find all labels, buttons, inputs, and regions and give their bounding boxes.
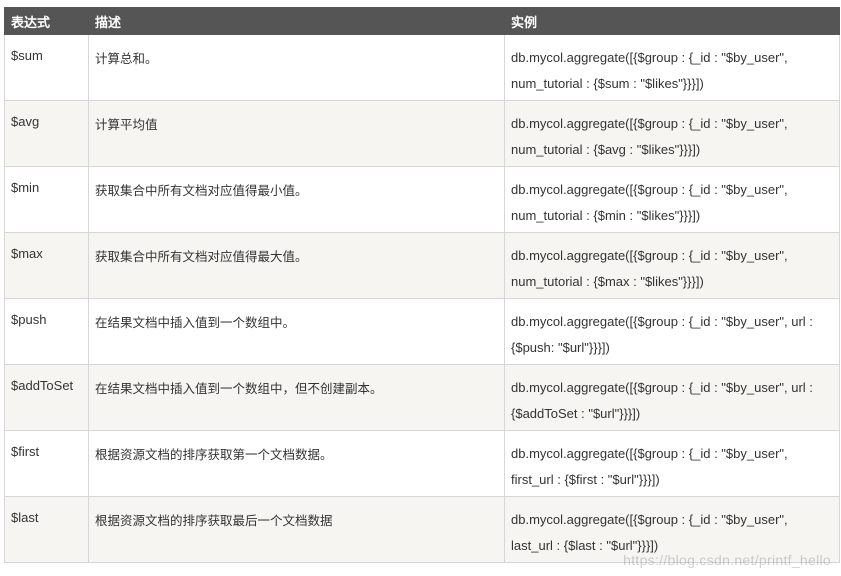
row-example: db.mycol.aggregate([{$group : {_id : "$b… <box>504 34 840 101</box>
example-line-1: db.mycol.aggregate([{$group : {_id : "$b… <box>511 50 788 65</box>
watermark-text: https://blog.csdn.net/printf_hello <box>623 552 831 568</box>
table-row: $min 获取集合中所有文档对应值得最小值。 db.mycol.aggregat… <box>4 166 840 233</box>
header-description: 描述 <box>88 7 505 35</box>
row-expression: $min <box>4 166 89 233</box>
table-header-row: 表达式 描述 实例 <box>4 7 840 35</box>
row-description: 计算平均值 <box>88 100 505 167</box>
row-example: db.mycol.aggregate([{$group : {_id : "$b… <box>504 430 840 497</box>
row-description: 计算总和。 <box>88 34 505 101</box>
example-line-1: db.mycol.aggregate([{$group : {_id : "$b… <box>511 314 813 329</box>
table-row: $max 获取集合中所有文档对应值得最大值。 db.mycol.aggregat… <box>4 232 840 299</box>
row-expression: $push <box>4 298 89 365</box>
example-line-1: db.mycol.aggregate([{$group : {_id : "$b… <box>511 446 788 461</box>
row-description: 获取集合中所有文档对应值得最小值。 <box>88 166 505 233</box>
row-expression: $avg <box>4 100 89 167</box>
example-line-1: db.mycol.aggregate([{$group : {_id : "$b… <box>511 116 788 131</box>
example-line-1: db.mycol.aggregate([{$group : {_id : "$b… <box>511 380 813 395</box>
example-line-2: num_tutorial : {$avg : "$likes"}}}]) <box>511 142 701 157</box>
table-row: $first 根据资源文档的排序获取第一个文档数据。 db.mycol.aggr… <box>4 430 840 497</box>
row-example: db.mycol.aggregate([{$group : {_id : "$b… <box>504 232 840 299</box>
example-line-2: first_url : {$first : "$url"}}}]) <box>511 472 660 487</box>
row-expression: $first <box>4 430 89 497</box>
example-line-1: db.mycol.aggregate([{$group : {_id : "$b… <box>511 182 788 197</box>
row-example: db.mycol.aggregate([{$group : {_id : "$b… <box>504 100 840 167</box>
row-description: 在结果文档中插入值到一个数组中，但不创建副本。 <box>88 364 505 431</box>
example-line-2: {$addToSet : "$url"}}}]) <box>511 406 641 421</box>
example-line-2: num_tutorial : {$min : "$likes"}}}]) <box>511 208 701 223</box>
row-expression: $addToSet <box>4 364 89 431</box>
row-description: 根据资源文档的排序获取第一个文档数据。 <box>88 430 505 497</box>
example-line-1: db.mycol.aggregate([{$group : {_id : "$b… <box>511 512 788 527</box>
row-description: 在结果文档中插入值到一个数组中。 <box>88 298 505 365</box>
header-expression: 表达式 <box>4 7 89 35</box>
row-example: db.mycol.aggregate([{$group : {_id : "$b… <box>504 166 840 233</box>
table-row: $sum 计算总和。 db.mycol.aggregate([{$group :… <box>4 34 840 101</box>
example-line-2: {$push: "$url"}}}]) <box>511 340 610 355</box>
example-line-2: num_tutorial : {$sum : "$likes"}}}]) <box>511 76 704 91</box>
table-row: $avg 计算平均值 db.mycol.aggregate([{$group :… <box>4 100 840 167</box>
table-row: $addToSet 在结果文档中插入值到一个数组中，但不创建副本。 db.myc… <box>4 364 840 431</box>
row-expression: $sum <box>4 34 89 101</box>
row-example: db.mycol.aggregate([{$group : {_id : "$b… <box>504 298 840 365</box>
row-expression: $max <box>4 232 89 299</box>
row-description: 获取集合中所有文档对应值得最大值。 <box>88 232 505 299</box>
row-description: 根据资源文档的排序获取最后一个文档数据 <box>88 496 505 563</box>
aggregate-expressions-table: 表达式 描述 实例 $sum 计算总和。 db.mycol.aggregate(… <box>4 7 840 563</box>
header-example: 实例 <box>504 7 840 35</box>
row-expression: $last <box>4 496 89 563</box>
example-line-2: num_tutorial : {$max : "$likes"}}}]) <box>511 274 704 289</box>
table-row: $push 在结果文档中插入值到一个数组中。 db.mycol.aggregat… <box>4 298 840 365</box>
example-line-1: db.mycol.aggregate([{$group : {_id : "$b… <box>511 248 788 263</box>
row-example: db.mycol.aggregate([{$group : {_id : "$b… <box>504 364 840 431</box>
aggregate-expressions-table-wrap: 表达式 描述 实例 $sum 计算总和。 db.mycol.aggregate(… <box>4 7 840 563</box>
